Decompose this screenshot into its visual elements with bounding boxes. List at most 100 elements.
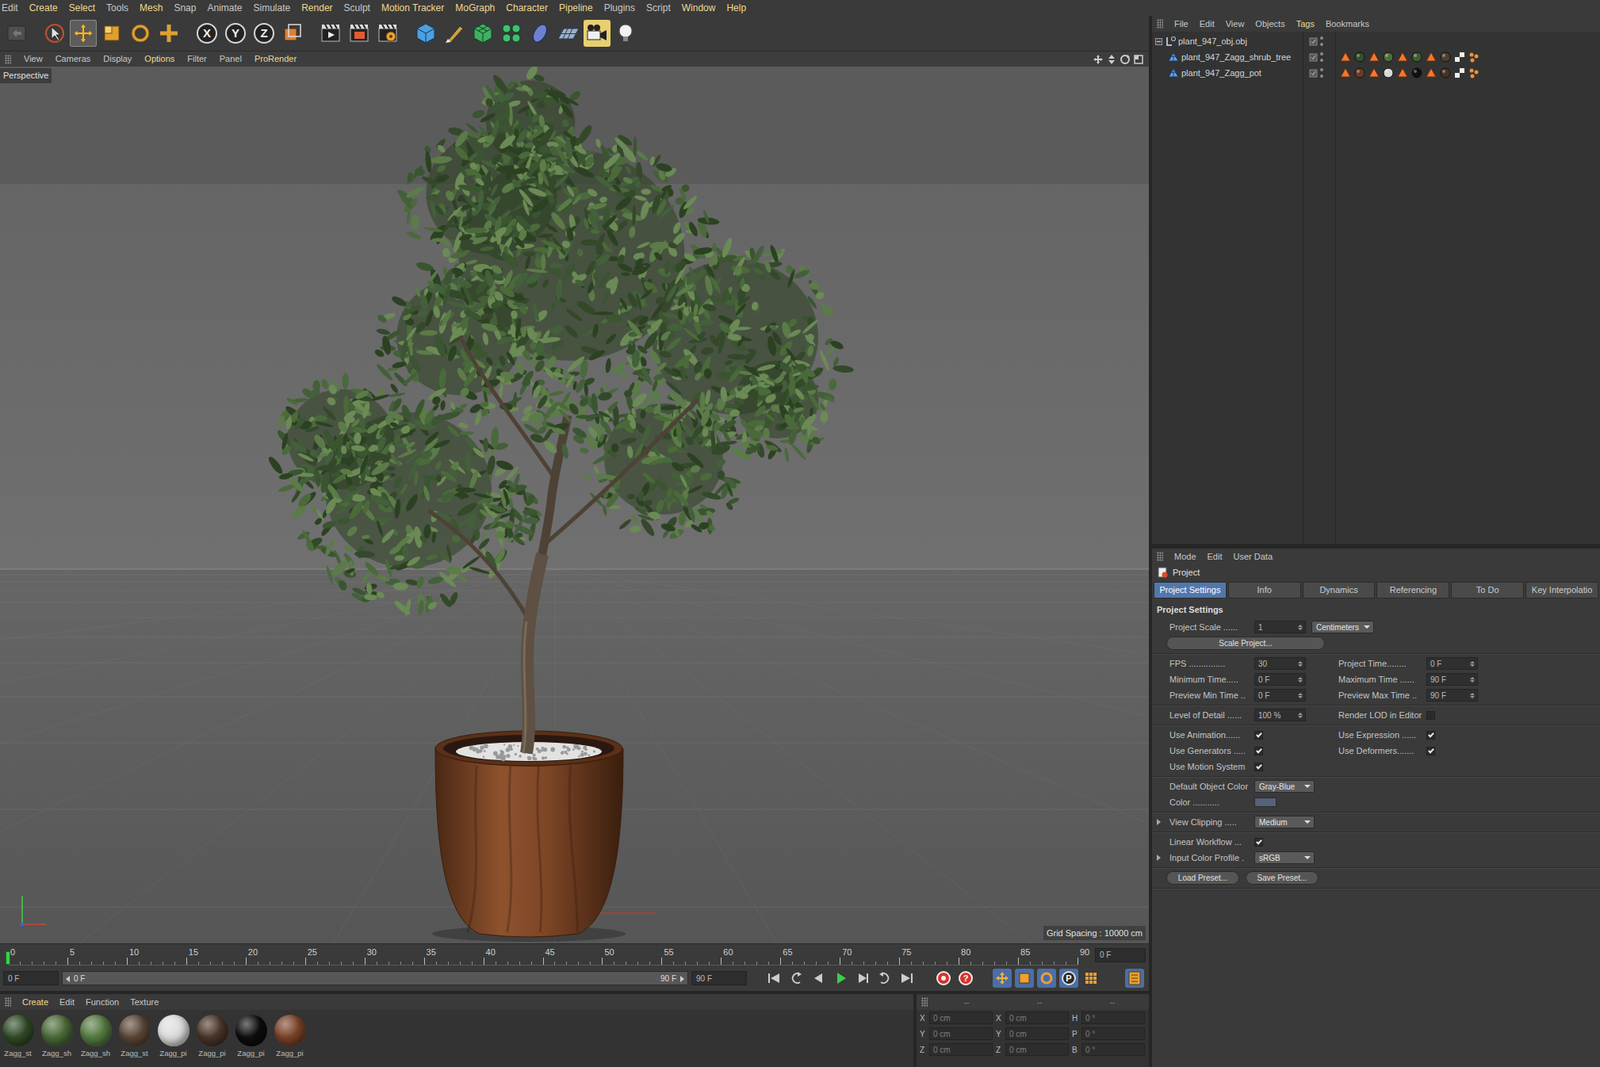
- checkbox[interactable]: [1254, 731, 1306, 740]
- coordinate-system-button[interactable]: [279, 19, 307, 47]
- coordinate-value[interactable]: 0 °: [1081, 1011, 1145, 1025]
- setting-button[interactable]: Save Preset...: [1245, 871, 1319, 885]
- coordinate-value[interactable]: 0 cm: [929, 1011, 993, 1025]
- menu-item[interactable]: Window: [681, 0, 716, 16]
- polygon-selection-tag-icon[interactable]: [1339, 67, 1352, 79]
- spinner-icon[interactable]: [1297, 712, 1303, 719]
- object-menu-item[interactable]: Bookmarks: [1325, 17, 1370, 31]
- current-frame-field[interactable]: 0 F: [1094, 948, 1146, 963]
- checkbox-box[interactable]: [1426, 746, 1436, 756]
- polygon-selection-tag-icon[interactable]: [1339, 51, 1352, 63]
- checkbox[interactable]: [1254, 746, 1306, 756]
- object-menu-item[interactable]: View: [1225, 17, 1245, 31]
- viewport-menu-item[interactable]: View: [23, 52, 43, 66]
- checkbox[interactable]: [1426, 711, 1478, 720]
- menu-item[interactable]: Snap: [173, 0, 196, 16]
- start-frame-field[interactable]: 0 F: [3, 971, 59, 986]
- checkbox[interactable]: [1254, 838, 1306, 847]
- polygon-selection-tag-icon[interactable]: [1425, 51, 1437, 63]
- coordinate-value[interactable]: 0 °: [1081, 1027, 1145, 1041]
- axis-lock-button[interactable]: Z: [250, 19, 278, 47]
- material-menu-item[interactable]: Texture: [130, 995, 159, 1010]
- object-row[interactable]: plant_947_Zagg_shrub_tree: [1152, 49, 1600, 66]
- add-tool[interactable]: [155, 19, 183, 47]
- coordinate-field[interactable]: Y0 cm: [995, 1027, 1069, 1041]
- phong-tag-icon[interactable]: [1468, 67, 1480, 79]
- render-view-button[interactable]: [317, 19, 345, 47]
- axis-lock-button[interactable]: Y: [222, 19, 249, 47]
- setting-button[interactable]: Scale Project...: [1166, 636, 1325, 651]
- coordinate-value[interactable]: 0 cm: [929, 1043, 993, 1057]
- material-tag-icon[interactable]: [1439, 51, 1451, 63]
- attribute-tab[interactable]: Info: [1228, 581, 1302, 599]
- menu-item[interactable]: Simulate: [253, 0, 291, 16]
- grip-icon[interactable]: [921, 997, 928, 1007]
- object-menu-item[interactable]: Edit: [1199, 17, 1215, 31]
- coordinate-field[interactable]: Z0 cm: [919, 1043, 993, 1057]
- scene-render[interactable]: [0, 66, 1149, 944]
- menu-item[interactable]: Tools: [106, 0, 129, 16]
- spinner-icon[interactable]: [1469, 677, 1475, 683]
- object-name[interactable]: plant_947_Zagg_pot: [1181, 66, 1262, 81]
- visibility-dots[interactable]: [1320, 68, 1324, 78]
- number-field[interactable]: 0 F: [1426, 657, 1478, 670]
- object-menu-item[interactable]: Objects: [1255, 17, 1285, 31]
- material-tag-icon[interactable]: [1382, 67, 1394, 79]
- spinner-icon[interactable]: [1469, 692, 1475, 699]
- viewport-menu-item[interactable]: Display: [103, 52, 132, 66]
- uvw-tag-icon[interactable]: [1454, 51, 1466, 63]
- checkbox-box[interactable]: [1254, 746, 1264, 756]
- polygon-selection-tag-icon[interactable]: [1425, 67, 1437, 79]
- number-field[interactable]: 90 F: [1426, 673, 1478, 686]
- scale-tool[interactable]: [98, 19, 126, 47]
- grip-icon[interactable]: [4, 54, 12, 65]
- menu-item[interactable]: Pipeline: [558, 0, 594, 16]
- pan-icon[interactable]: [1092, 53, 1104, 66]
- expand-toggle[interactable]: [1155, 38, 1163, 46]
- go-start-button[interactable]: [764, 968, 784, 988]
- menu-item[interactable]: Edit: [1, 0, 19, 16]
- key-scale-button[interactable]: [1014, 968, 1034, 988]
- attribute-menu-item[interactable]: Edit: [1207, 550, 1223, 564]
- menu-item[interactable]: Script: [646, 0, 671, 16]
- key-parameter-button[interactable]: P: [1059, 968, 1079, 988]
- axis-lock-button[interactable]: X: [193, 19, 221, 47]
- checkbox[interactable]: [1426, 746, 1478, 756]
- material-item[interactable]: Zagg_st: [118, 1014, 151, 1060]
- menu-item[interactable]: Select: [68, 0, 96, 16]
- timeline-window-button[interactable]: [1125, 968, 1145, 988]
- checkbox-box[interactable]: [1426, 711, 1436, 720]
- coordinate-field[interactable]: Z0 cm: [995, 1043, 1069, 1057]
- coordinate-field[interactable]: B0 °: [1071, 1043, 1145, 1057]
- spinner-icon[interactable]: [1297, 677, 1303, 683]
- checkbox-box[interactable]: [1254, 731, 1264, 740]
- dropdown[interactable]: sRGB: [1254, 851, 1315, 865]
- viewport-menu-item[interactable]: Panel: [219, 52, 242, 66]
- material-tag-icon[interactable]: [1411, 67, 1423, 79]
- material-item[interactable]: Zagg_sh: [40, 1014, 73, 1060]
- previous-key-button[interactable]: [786, 968, 806, 988]
- attribute-tab[interactable]: Referencing: [1376, 581, 1450, 599]
- autokey-button[interactable]: ?: [956, 968, 976, 988]
- material-item[interactable]: Zagg_pi: [156, 1014, 190, 1060]
- polygon-selection-tag-icon[interactable]: [1368, 51, 1380, 63]
- maximize-icon[interactable]: [1133, 53, 1145, 66]
- uvw-tag-icon[interactable]: [1454, 67, 1466, 79]
- checkbox-box[interactable]: [1426, 731, 1436, 740]
- spinner-icon[interactable]: [1469, 661, 1475, 667]
- viewport-menu-item[interactable]: ProRender: [254, 52, 297, 66]
- coordinate-field[interactable]: H0 °: [1071, 1011, 1145, 1025]
- viewport-menu-item[interactable]: Options: [144, 52, 175, 66]
- menu-item[interactable]: Character: [505, 0, 548, 16]
- menu-item[interactable]: MoGraph: [455, 0, 495, 16]
- record-button[interactable]: [933, 968, 954, 988]
- material-item[interactable]: Zagg_pi: [273, 1014, 307, 1060]
- number-field[interactable]: 100 %: [1254, 708, 1306, 722]
- polygon-selection-tag-icon[interactable]: [1397, 67, 1409, 79]
- light-button[interactable]: [612, 19, 640, 47]
- menu-item[interactable]: Mesh: [139, 0, 163, 16]
- coordinate-value[interactable]: 0 cm: [1005, 1027, 1069, 1041]
- grip-icon[interactable]: [1156, 19, 1164, 29]
- undo-button[interactable]: [3, 19, 31, 47]
- material-menu-item[interactable]: Create: [22, 995, 49, 1010]
